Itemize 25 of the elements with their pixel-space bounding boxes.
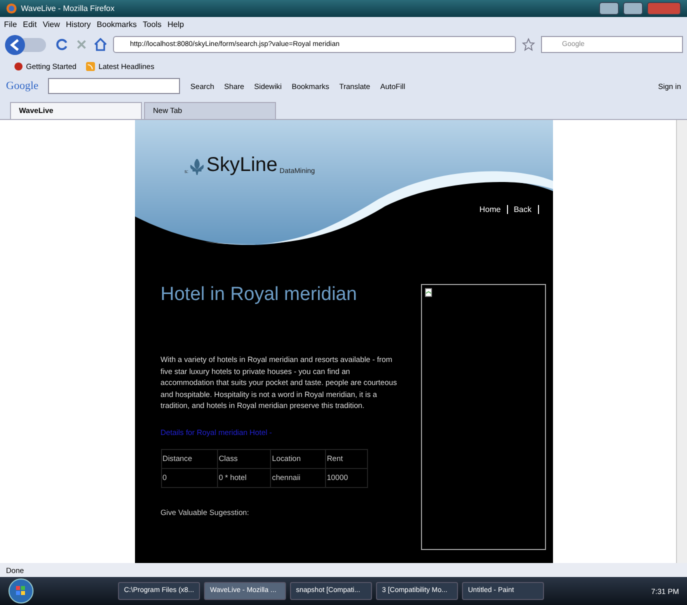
page-heading: Hotel in Royal meridian [160,284,357,306]
menu-item[interactable]: Edit [22,20,37,29]
nav-link[interactable]: Back [508,205,538,214]
menu-item[interactable]: Help [167,20,184,29]
window-title: WaveLive - Mozilla Firefox [21,4,115,13]
start-button[interactable] [8,578,34,604]
minimize-button[interactable] [599,2,619,15]
menu-item[interactable]: File [4,20,17,29]
menu-item[interactable]: Tools [142,20,162,29]
browser-icon [6,3,17,14]
menu-item[interactable]: Bookmarks [96,20,137,29]
feed-icon [86,62,96,70]
fleur-de-lis-icon [190,159,204,175]
scrollbar[interactable] [676,120,687,563]
broken-image-icon [424,288,432,297]
toolbar-search-field[interactable] [48,78,180,94]
google-logo: Google [6,80,38,92]
reload-icon[interactable] [56,38,69,51]
menu-item[interactable]: History [66,20,91,29]
logo-text: SkyLine [206,155,278,175]
menu-item[interactable]: View [42,20,60,29]
home-icon[interactable] [94,38,107,51]
star-icon[interactable] [522,38,535,51]
maximize-button[interactable] [623,2,643,15]
nav-link[interactable]: Home [473,205,508,214]
